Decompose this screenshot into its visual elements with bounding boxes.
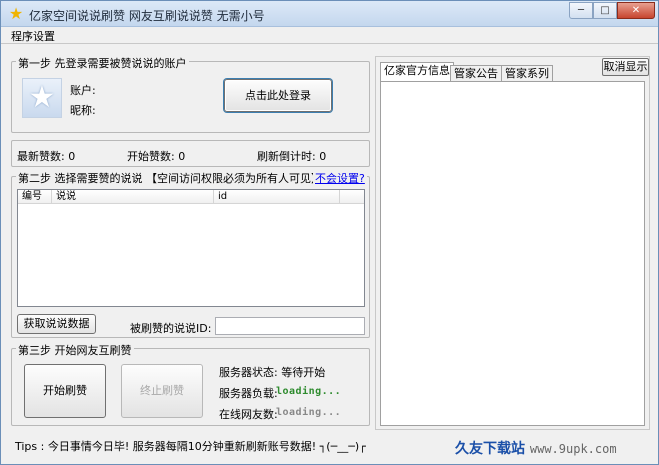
info-content	[380, 81, 645, 426]
close-button[interactable]: ✕	[617, 2, 655, 19]
fetch-posts-button[interactable]: 获取说说数据	[17, 314, 96, 334]
login-button[interactable]: 点击此处登录	[224, 79, 332, 112]
post-id-field[interactable]	[215, 317, 365, 335]
menu-settings[interactable]: 程序设置	[11, 28, 55, 44]
server-status: 服务器状态: 等待开始	[219, 366, 326, 379]
app-window: ★ 亿家空间说说刷赞 网友互刷说说赞 无需小号 ─ □ ✕ 程序设置 第一步 先…	[0, 0, 659, 465]
start-likes: 开始赞数: 0	[127, 150, 186, 163]
avatar: ★	[22, 78, 62, 118]
server-load-label: 服务器负载:	[219, 387, 278, 400]
online-users-value: loading...	[276, 407, 342, 418]
start-button[interactable]: 开始刷赞	[24, 364, 106, 418]
window-title: 亿家空间说说刷赞 网友互刷说说赞 无需小号	[29, 9, 265, 23]
minimize-button[interactable]: ─	[569, 2, 593, 19]
login-group: 第一步 先登录需要被赞说说的账户 ★ 账户: 昵称: 点击此处登录	[11, 55, 370, 133]
login-group-legend: 第一步 先登录需要被赞说说的账户	[16, 55, 189, 71]
watermark-url: www.9upk.com	[529, 442, 617, 456]
watermark-text: 久友下载站	[455, 441, 525, 457]
posts-group: 第二步 选择需要赞的说说 【空间访问权限必须为所有人可见】 不会设置? 编号 说…	[11, 170, 370, 338]
info-panel: 亿家官方信息 管家公告 管家系列 取消显示	[375, 56, 650, 430]
help-link[interactable]: 不会设置?	[313, 170, 367, 186]
watermark: 久友下载站 www.9upk.com	[455, 438, 617, 458]
cancel-display-button[interactable]: 取消显示	[602, 58, 649, 76]
tips-text: Tips : 今日事情今日毕! 服务器每隔10分钟重新刷新账号数据! ┐(─__…	[15, 440, 366, 453]
latest-likes: 最新赞数: 0	[17, 150, 76, 163]
column-number[interactable]: 编号	[18, 190, 52, 204]
start-group-legend: 第三步 开始网友互刷赞	[16, 342, 134, 358]
online-users-label: 在线网友数:	[219, 408, 278, 421]
column-id[interactable]: id	[214, 190, 340, 204]
posts-group-legend: 第二步 选择需要赞的说说 【空间访问权限必须为所有人可见】	[16, 170, 324, 186]
nickname-label: 昵称:	[70, 104, 96, 117]
tab-official-info[interactable]: 亿家官方信息	[380, 62, 454, 82]
account-label: 账户:	[70, 84, 96, 97]
star-app-icon: ★	[8, 4, 24, 23]
list-header: 编号 说说 id	[18, 190, 364, 204]
server-load-value: loading...	[276, 386, 342, 397]
menu-bar: 程序设置	[1, 27, 658, 44]
refresh-countdown: 刷新倒计时: 0	[257, 150, 327, 163]
column-post[interactable]: 说说	[52, 190, 214, 204]
start-group: 第三步 开始网友互刷赞 开始刷赞 终止刷赞 服务器状态: 等待开始 服务器负载:…	[11, 342, 370, 426]
stop-button[interactable]: 终止刷赞	[121, 364, 203, 418]
maximize-button[interactable]: □	[593, 2, 617, 19]
tab-series[interactable]: 管家系列	[501, 65, 553, 82]
stats-bar: 最新赞数: 0 开始赞数: 0 刷新倒计时: 0	[11, 140, 370, 167]
avatar-star-icon: ★	[28, 80, 56, 115]
post-id-label: 被刷赞的说说ID:	[130, 322, 212, 335]
posts-list[interactable]: 编号 说说 id	[17, 189, 365, 307]
tab-announcements[interactable]: 管家公告	[450, 65, 502, 82]
title-bar[interactable]: ★ 亿家空间说说刷赞 网友互刷说说赞 无需小号 ─ □ ✕	[1, 1, 658, 27]
